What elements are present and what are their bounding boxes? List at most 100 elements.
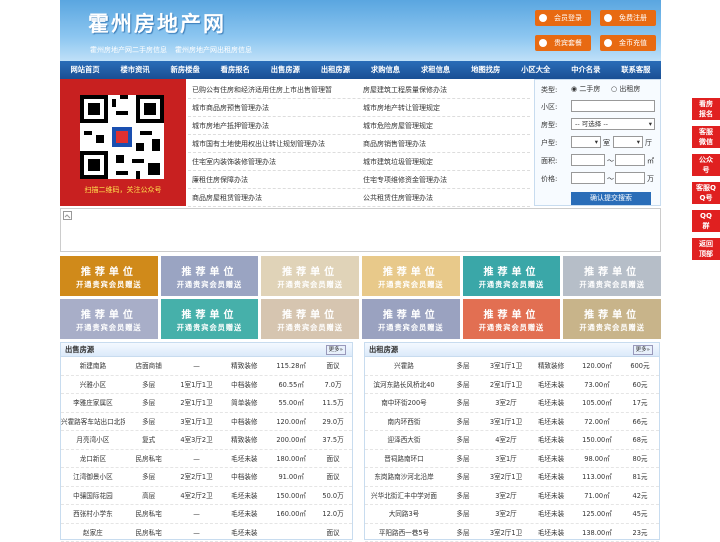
radio-rent[interactable]: ○ 出租房 bbox=[611, 84, 640, 94]
policy-link[interactable]: 城市商品房预售管理办法 bbox=[188, 99, 359, 116]
policy-link[interactable]: 城市危险房屋管理规定 bbox=[359, 117, 530, 134]
nav-new-homes[interactable]: 新房楼盘 bbox=[160, 61, 210, 79]
side-float-button[interactable]: 客服QQ号 bbox=[692, 182, 720, 204]
banner-image[interactable] bbox=[60, 208, 661, 252]
room-select[interactable]: ▾ bbox=[571, 136, 601, 148]
nav-map[interactable]: 地图找房 bbox=[461, 61, 511, 79]
table-cell[interactable]: 西张村小学东 bbox=[61, 505, 125, 523]
table-row[interactable]: 赵家庄民房私宅—毛坯未装面议 bbox=[61, 524, 352, 542]
recommended-unit-ad[interactable]: 推荐单位开通贵宾会员赠送 bbox=[563, 299, 661, 339]
table-row[interactable]: 南内环西街多层3室1厅1卫毛坯未装72.00㎡66元 bbox=[365, 413, 659, 432]
recommended-unit-ad[interactable]: 推荐单位开通贵宾会员赠送 bbox=[60, 299, 158, 339]
nav-rent-request[interactable]: 求租信息 bbox=[411, 61, 461, 79]
table-row[interactable]: 大同路3号多层3室2厅毛坯未装125.00㎡45元 bbox=[365, 505, 659, 524]
table-cell[interactable]: 江湾御景小区 bbox=[61, 468, 125, 486]
policy-link[interactable]: 房屋建筑工程质量保修办法 bbox=[359, 81, 530, 98]
hall-select[interactable]: ▾ bbox=[613, 136, 643, 148]
recommended-unit-ad[interactable]: 推荐单位开通贵宾会员赠送 bbox=[161, 299, 259, 339]
table-cell[interactable]: 平阳路西一巷5号 bbox=[365, 524, 443, 542]
policy-link[interactable]: 商品房销售管理办法 bbox=[359, 135, 530, 152]
side-float-button[interactable]: 返回顶部 bbox=[692, 238, 720, 260]
recommended-unit-ad[interactable]: 推荐单位开通贵宾会员赠送 bbox=[362, 299, 460, 339]
nav-viewing[interactable]: 看房报名 bbox=[210, 61, 260, 79]
table-row[interactable]: 迎泽西大街多层4室2厅毛坯未装150.00㎡68元 bbox=[365, 431, 659, 450]
table-row[interactable]: 平阳路西一巷5号多层3室2厅1卫毛坯未装138.00㎡23元 bbox=[365, 524, 659, 542]
recommended-unit-ad[interactable]: 推荐单位开通贵宾会员赠送 bbox=[563, 256, 661, 296]
table-cell[interactable]: 龙口新区 bbox=[61, 450, 125, 468]
policy-link[interactable]: 住宅专项维修资金管理办法 bbox=[359, 171, 530, 188]
table-row[interactable]: 新建南路店面商铺—精致装修115.28㎡面议 bbox=[61, 357, 352, 376]
nav-sale[interactable]: 出售房源 bbox=[260, 61, 310, 79]
policy-link[interactable]: 商品房屋租赁管理办法 bbox=[188, 189, 359, 206]
table-row[interactable]: 月亮湾小区复式4室3厅2卫精致装修200.00㎡37.5万 bbox=[61, 431, 352, 450]
radio-sale[interactable]: ◉ 二手房 bbox=[571, 84, 600, 94]
table-cell[interactable]: 大同路3号 bbox=[365, 505, 443, 523]
policy-link[interactable]: 廉租住房保障办法 bbox=[188, 171, 359, 188]
nav-support[interactable]: 联系客服 bbox=[611, 61, 661, 79]
table-cell[interactable]: 南中环街200号 bbox=[365, 394, 443, 412]
recommended-unit-ad[interactable]: 推荐单位开通贵宾会员赠送 bbox=[463, 299, 561, 339]
area-min-input[interactable] bbox=[571, 154, 605, 166]
recommended-unit-ad[interactable]: 推荐单位开通贵宾会员赠送 bbox=[463, 256, 561, 296]
table-cell[interactable]: 月亮湾小区 bbox=[61, 431, 125, 449]
recommended-unit-ad[interactable]: 推荐单位开通贵宾会员赠送 bbox=[161, 256, 259, 296]
area-max-input[interactable] bbox=[615, 154, 645, 166]
table-row[interactable]: 南中环街200号多层3室2厅毛坯未装105.00㎡17元 bbox=[365, 394, 659, 413]
recommended-unit-ad[interactable]: 推荐单位开通贵宾会员赠送 bbox=[261, 256, 359, 296]
policy-link[interactable]: 已购公有住房和经济适用住房上市出售管理暂 bbox=[188, 81, 359, 98]
table-cell[interactable]: 兴华北街汇丰中学对面 bbox=[365, 487, 443, 505]
price-max-input[interactable] bbox=[615, 172, 645, 184]
table-cell[interactable]: 新建南路 bbox=[61, 357, 125, 375]
table-row[interactable]: 江湾御景小区多层2室2厅1卫中档装修91.00㎡面议 bbox=[61, 468, 352, 487]
table-cell[interactable]: 李雅庄家属区 bbox=[61, 394, 125, 412]
policy-link[interactable]: 城市房地产抵押管理办法 bbox=[188, 117, 359, 134]
table-cell[interactable]: 兴雅小区 bbox=[61, 376, 125, 394]
table-row[interactable]: 西张村小学东民房私宅—毛坯未装160.00㎡12.0万 bbox=[61, 505, 352, 524]
sale-more-link[interactable]: 更多» bbox=[326, 345, 346, 355]
policy-link[interactable]: 公共租赁住房管理办法 bbox=[359, 189, 530, 206]
search-submit-button[interactable]: 确认提交搜索 bbox=[571, 192, 651, 205]
table-cell[interactable]: 兴霍路客车站出口北拐角 bbox=[61, 413, 125, 431]
nav-communities[interactable]: 小区大全 bbox=[511, 61, 561, 79]
nav-home[interactable]: 网站首页 bbox=[60, 61, 110, 79]
housetype-select[interactable]: -- 可选择 --▾ bbox=[571, 118, 655, 130]
table-row[interactable]: 兴霍路多层3室1厅1卫精致装修120.00㎡600元 bbox=[365, 357, 659, 376]
nav-agents[interactable]: 中介名录 bbox=[561, 61, 611, 79]
side-float-button[interactable]: 客服微信 bbox=[692, 126, 720, 148]
policy-link[interactable]: 城市国有土地使用权出让转让规划管理办法 bbox=[188, 135, 359, 152]
table-row[interactable]: 中骧国际花园高层4室2厅2卫毛坯未装150.00㎡50.0万 bbox=[61, 487, 352, 506]
table-row[interactable]: 兴雅小区多层1室1厅1卫中档装修60.55㎡7.0万 bbox=[61, 376, 352, 395]
recharge-button[interactable]: 金币充值 bbox=[600, 35, 656, 51]
table-row[interactable]: 晋祠路南环口多层3室1厅毛坯未装98.00㎡80元 bbox=[365, 450, 659, 469]
recommended-unit-ad[interactable]: 推荐单位开通贵宾会员赠送 bbox=[362, 256, 460, 296]
policy-link[interactable]: 城市建筑垃圾管理规定 bbox=[359, 153, 530, 170]
recommended-unit-ad[interactable]: 推荐单位开通贵宾会员赠送 bbox=[261, 299, 359, 339]
policy-link[interactable]: 住宅室内装饰装修管理办法 bbox=[188, 153, 359, 170]
table-row[interactable]: 李雅庄家属区多层2室1厅1卫简单装修55.00㎡11.5万 bbox=[61, 394, 352, 413]
side-float-button[interactable]: QQ群 bbox=[692, 210, 720, 232]
table-cell[interactable]: 迎泽西大街 bbox=[365, 431, 443, 449]
price-min-input[interactable] bbox=[571, 172, 605, 184]
table-cell[interactable]: 滨河东路长风桥北40 bbox=[365, 376, 443, 394]
recommended-unit-ad[interactable]: 推荐单位开通贵宾会员赠送 bbox=[60, 256, 158, 296]
table-row[interactable]: 滨河东路长风桥北40多层2室1厅1卫毛坯未装73.00㎡60元 bbox=[365, 376, 659, 395]
table-cell[interactable]: 中骧国际花园 bbox=[61, 487, 125, 505]
nav-news[interactable]: 楼市资讯 bbox=[110, 61, 160, 79]
side-float-button[interactable]: 看房报名 bbox=[692, 98, 720, 120]
table-row[interactable]: 兴霍路客车站出口北拐角多层3室1厅1卫中档装修120.00㎡29.0万 bbox=[61, 413, 352, 432]
table-row[interactable]: 龙口新区民房私宅—毛坯未装180.00㎡面议 bbox=[61, 450, 352, 469]
site-logo[interactable]: 霍州房地产网 bbox=[88, 8, 226, 38]
community-input[interactable] bbox=[571, 100, 655, 112]
table-cell[interactable]: 兴霍路 bbox=[365, 357, 443, 375]
side-float-button[interactable]: 公众号 bbox=[692, 154, 720, 176]
table-row[interactable]: 东岗路南沙河北沿岸多层3室2厅1卫毛坯未装113.00㎡81元 bbox=[365, 468, 659, 487]
table-cell[interactable]: 赵家庄 bbox=[61, 524, 125, 542]
table-cell[interactable]: 东岗路南沙河北沿岸 bbox=[365, 468, 443, 486]
rent-more-link[interactable]: 更多» bbox=[633, 345, 653, 355]
nav-rent[interactable]: 出租房源 bbox=[310, 61, 360, 79]
policy-link[interactable]: 城市房地产转让管理规定 bbox=[359, 99, 530, 116]
table-cell[interactable]: 南内环西街 bbox=[365, 413, 443, 431]
table-row[interactable]: 兴华北街汇丰中学对面多层3室2厅毛坯未装71.00㎡42元 bbox=[365, 487, 659, 506]
login-button[interactable]: 会员登录 bbox=[535, 10, 591, 26]
table-cell[interactable]: 晋祠路南环口 bbox=[365, 450, 443, 468]
